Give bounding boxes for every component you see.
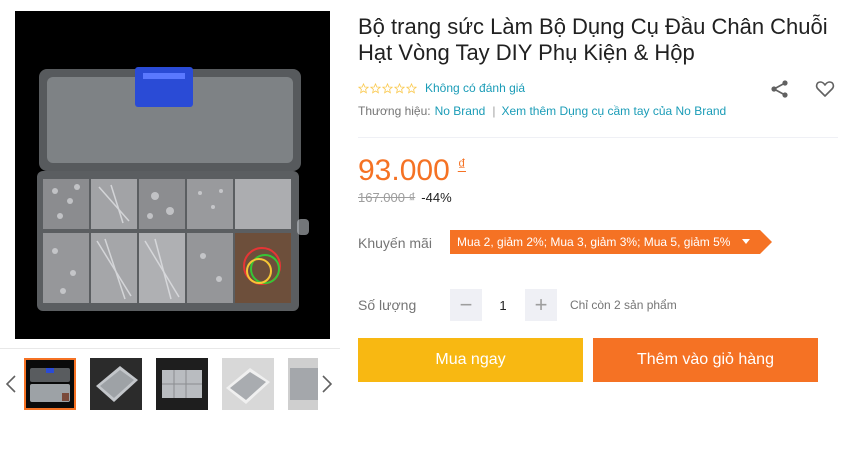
- price-currency: ₫: [457, 157, 466, 174]
- thumbnail-image: [288, 358, 318, 410]
- rating-row[interactable]: Không có đánh giá: [358, 80, 525, 96]
- brand-label: Thương hiệu:: [358, 104, 431, 118]
- gallery-thumbnail[interactable]: [90, 358, 142, 410]
- star-outline-icon: [370, 82, 381, 94]
- plus-icon: +: [534, 292, 548, 317]
- star-outline-icon: [358, 82, 369, 94]
- jewelry-box-image: [15, 11, 330, 339]
- star-outline-icon: [382, 82, 393, 94]
- tag-notch: [760, 230, 773, 254]
- stock-note: Chỉ còn 2 sản phẩm: [570, 298, 677, 312]
- share-icon[interactable]: [770, 79, 790, 99]
- gallery-next-button[interactable]: [320, 370, 334, 398]
- quantity-increase-button[interactable]: +: [525, 289, 557, 321]
- brand-more-link[interactable]: Xem thêm Dụng cụ cầm tay của No Brand: [501, 104, 726, 118]
- promotion-tag[interactable]: Mua 2, giảm 2%; Mua 3, giảm 3%; Mua 5, g…: [450, 230, 773, 254]
- gallery-thumbnail[interactable]: [156, 358, 208, 410]
- chevron-right-icon: [322, 375, 332, 393]
- quantity-input[interactable]: [483, 289, 523, 321]
- star-outline-icon: [394, 82, 405, 94]
- product-title: Bộ trang sức Làm Bộ Dụng Cụ Đầu Chân Chu…: [358, 14, 828, 65]
- brand-row: Thương hiệu: No Brand | Xem thêm Dụng cụ…: [358, 104, 726, 118]
- rating-stars: [358, 82, 417, 94]
- price-value: 93.000: [358, 154, 450, 187]
- thumbnail-image: [90, 358, 142, 410]
- heart-icon[interactable]: [815, 79, 835, 99]
- promotion-text: Mua 2, giảm 2%; Mua 3, giảm 3%; Mua 5, g…: [457, 235, 731, 249]
- gallery-divider: [0, 348, 340, 349]
- gallery-thumbnail[interactable]: [24, 358, 76, 410]
- chevron-down-icon: [742, 239, 751, 244]
- original-price-row: 167.000 ₫ -44%: [358, 190, 452, 205]
- star-outline-icon: [406, 82, 417, 94]
- gallery-thumbnail[interactable]: [222, 358, 274, 410]
- buy-now-button[interactable]: Mua ngay: [358, 338, 583, 382]
- minus-icon: −: [459, 292, 473, 317]
- gallery-thumbnail[interactable]: [288, 358, 318, 410]
- thumbnail-image: [26, 360, 74, 408]
- chevron-left-icon: [6, 375, 16, 393]
- quantity-decrease-button[interactable]: −: [450, 289, 482, 321]
- brand-separator: |: [492, 104, 496, 118]
- gallery-prev-button[interactable]: [4, 370, 18, 398]
- original-price: 167.000 ₫: [358, 190, 416, 205]
- thumbnail-image: [156, 358, 208, 410]
- no-rating-link[interactable]: Không có đánh giá: [425, 81, 525, 95]
- thumbnail-image: [222, 358, 274, 410]
- discount-percent: -44%: [421, 190, 452, 205]
- divider: [358, 137, 838, 138]
- current-price: 93.000 ₫: [358, 154, 466, 188]
- promotion-label: Khuyến mãi: [358, 235, 432, 251]
- brand-link[interactable]: No Brand: [435, 104, 486, 118]
- main-product-image[interactable]: [15, 11, 330, 339]
- quantity-label: Số lượng: [358, 297, 417, 313]
- add-to-cart-button[interactable]: Thêm vào giỏ hàng: [593, 338, 818, 382]
